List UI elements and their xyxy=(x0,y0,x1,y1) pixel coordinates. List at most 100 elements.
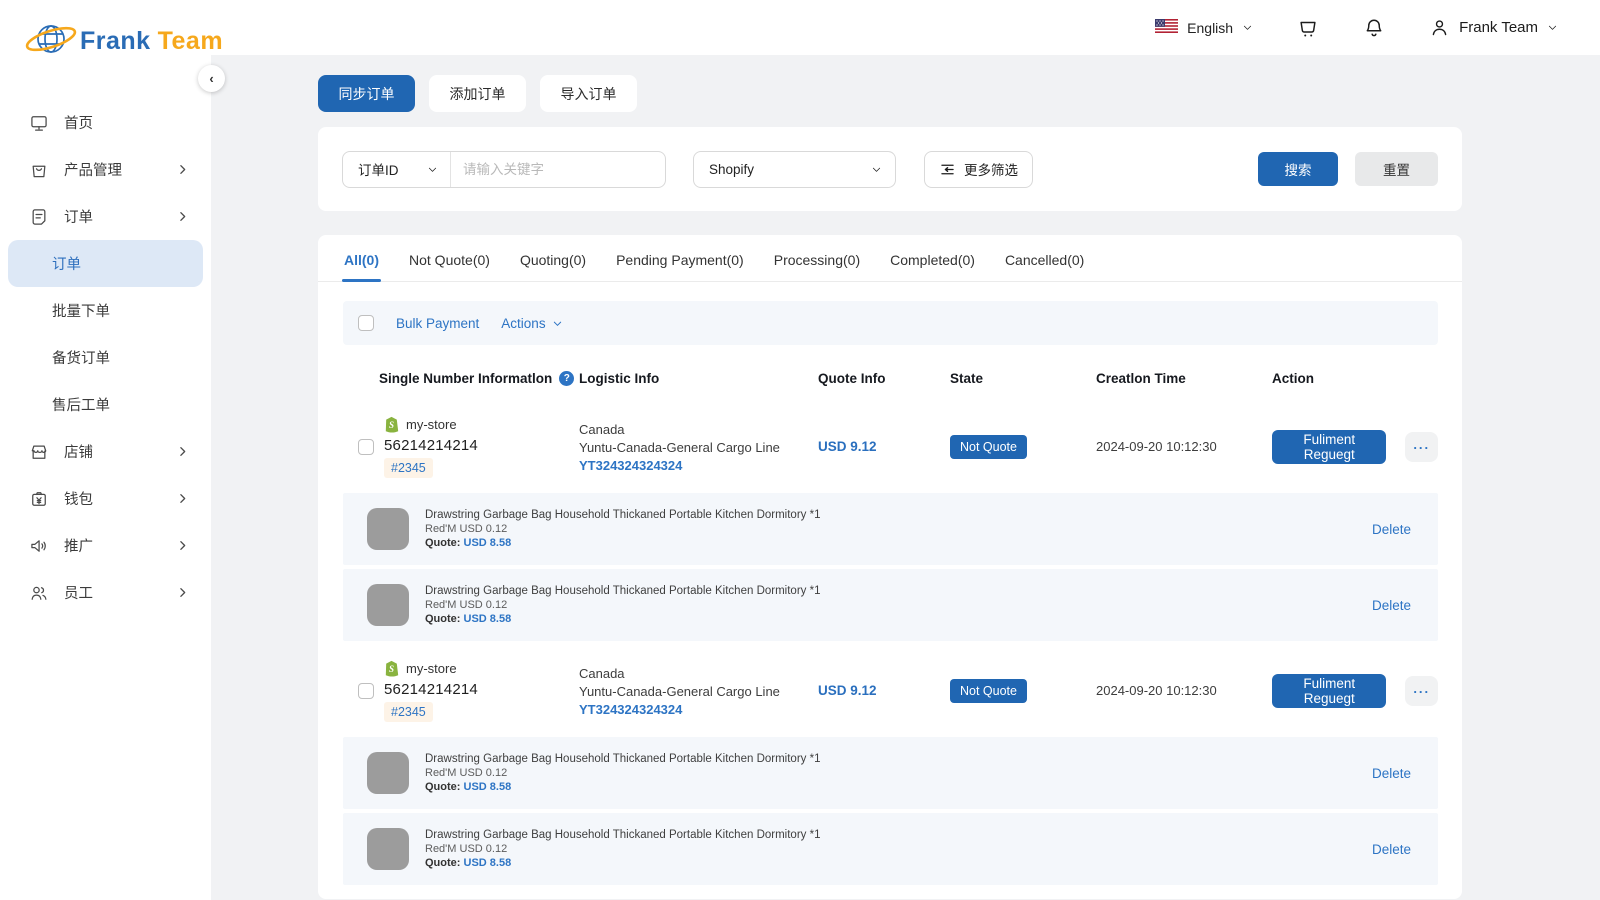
order-checkbox[interactable] xyxy=(358,683,374,699)
platform-select[interactable]: Shopify xyxy=(693,151,896,188)
order-item-row: Drawstring Garbage Bag Household Thickan… xyxy=(343,813,1438,885)
store-name: my-store xyxy=(406,417,457,432)
filter-icon xyxy=(939,161,956,178)
order-number: 56214214214 xyxy=(384,681,478,698)
sidebar-item-stores[interactable]: 店铺 xyxy=(0,428,211,475)
delete-item-link[interactable]: Delete xyxy=(1372,598,1411,613)
filter-bar: 订单ID Shopify 更多筛选 xyxy=(318,127,1462,211)
status-tab-completed[interactable]: Completed(0) xyxy=(888,235,977,281)
user-menu[interactable]: Frank Team xyxy=(1429,17,1558,38)
fulfilment-request-button[interactable]: Fuliment Reguegt xyxy=(1272,674,1386,708)
bulk-payment-link[interactable]: Bulk Payment xyxy=(396,316,479,331)
product-thumbnail xyxy=(367,752,409,794)
product-quote-value: USD 8.58 xyxy=(464,857,512,869)
sidebar-subitem-label: 批量下单 xyxy=(52,300,110,321)
column-header-logistic: Logistic Info xyxy=(579,371,818,386)
brand-name-team: Team xyxy=(158,27,223,56)
tab-add-order[interactable]: 添加订单 xyxy=(429,75,526,112)
quote-amount: USD 9.12 xyxy=(818,439,877,454)
sidebar-item-home[interactable]: 首页 xyxy=(0,99,211,146)
delete-item-link[interactable]: Delete xyxy=(1372,842,1411,857)
product-variant: Red'M USD 0.12 xyxy=(425,523,1356,535)
state-badge: Not Quote xyxy=(950,435,1027,459)
state-badge: Not Quote xyxy=(950,679,1027,703)
status-tab-pending-payment[interactable]: Pending Payment(0) xyxy=(614,235,746,281)
delete-item-link[interactable]: Delete xyxy=(1372,766,1411,781)
user-icon xyxy=(1429,17,1450,38)
status-tab-not-quote[interactable]: Not Quote(0) xyxy=(407,235,492,281)
more-actions-button[interactable]: ... xyxy=(1405,432,1438,462)
notification-bell-icon[interactable] xyxy=(1363,17,1385,39)
cart-icon[interactable] xyxy=(1297,17,1319,39)
delete-item-link[interactable]: Delete xyxy=(1372,522,1411,537)
svg-text:S: S xyxy=(389,420,394,430)
sidebar-item-orders[interactable]: 订单 xyxy=(0,193,211,240)
store-line: S my-store xyxy=(384,660,478,677)
product-quote-value: USD 8.58 xyxy=(464,781,512,793)
sidebar-subitem-bulk-order[interactable]: 批量下单 xyxy=(0,287,211,334)
product-quote-value: USD 8.58 xyxy=(464,537,512,549)
order-item-row: Drawstring Garbage Bag Household Thickan… xyxy=(343,737,1438,809)
logistic-info: Canada Yuntu-Canada-General Cargo Line Y… xyxy=(579,666,818,717)
actions-dropdown[interactable]: Actions xyxy=(501,316,562,331)
user-name: Frank Team xyxy=(1459,19,1538,36)
sidebar-subitem-stock-order[interactable]: 备货订单 xyxy=(0,334,211,381)
product-quote: Quote: USD 8.58 xyxy=(425,781,1356,793)
search-field-select[interactable]: 订单ID xyxy=(343,152,450,187)
order-number: 56214214214 xyxy=(384,437,478,454)
order-ref-badge[interactable]: #2345 xyxy=(384,702,433,722)
sidebar-item-promotion[interactable]: 推广 xyxy=(0,522,211,569)
sidebar-nav: 首页 产品管理 订单 订单 xyxy=(0,99,211,616)
more-filters-label: 更多筛选 xyxy=(964,159,1018,179)
status-tab-cancelled[interactable]: Cancelled(0) xyxy=(1003,235,1086,281)
status-tab-quoting[interactable]: Quoting(0) xyxy=(518,235,588,281)
tracking-number-link[interactable]: YT324324324324 xyxy=(579,702,818,717)
order-checkbox[interactable] xyxy=(358,439,374,455)
tracking-number-link[interactable]: YT324324324324 xyxy=(579,458,818,473)
sidebar-subitem-orders[interactable]: 订单 xyxy=(8,240,203,287)
reset-button[interactable]: 重置 xyxy=(1355,152,1438,186)
product-quote: Quote: USD 8.58 xyxy=(425,857,1356,869)
chevron-right-icon xyxy=(176,210,189,223)
chevron-right-icon xyxy=(176,163,189,176)
tab-import-orders[interactable]: 导入订单 xyxy=(540,75,637,112)
svg-text:S: S xyxy=(389,664,394,674)
chevron-right-icon xyxy=(176,445,189,458)
help-icon[interactable]: ? xyxy=(559,371,574,386)
sidebar-item-label: 员工 xyxy=(64,582,93,603)
sidebar-item-products[interactable]: 产品管理 xyxy=(0,146,211,193)
more-actions-button[interactable]: ... xyxy=(1405,676,1438,706)
sidebar-item-staff[interactable]: 员工 xyxy=(0,569,211,616)
status-tabs: All(0) Not Quote(0) Quoting(0) Pending P… xyxy=(318,235,1462,282)
sidebar-subitem-label: 订单 xyxy=(52,253,81,274)
status-tab-all[interactable]: All(0) xyxy=(342,235,381,281)
status-tab-processing[interactable]: Processing(0) xyxy=(772,235,862,281)
people-icon xyxy=(29,583,49,603)
order-ref-badge[interactable]: #2345 xyxy=(384,458,433,478)
column-header-quote: Quote Info xyxy=(818,371,950,386)
sidebar-collapse-button[interactable]: ‹ xyxy=(198,65,225,92)
chevron-down-icon xyxy=(871,164,882,175)
tab-sync-orders[interactable]: 同步订单 xyxy=(318,75,415,112)
sidebar-item-label: 订单 xyxy=(64,206,93,227)
column-header-state: State xyxy=(950,371,1096,386)
chevron-right-icon xyxy=(176,586,189,599)
keyword-input[interactable] xyxy=(451,152,665,187)
topbar: English Frank Team xyxy=(211,0,1600,55)
sidebar-subitem-label: 备货订单 xyxy=(52,347,110,368)
us-flag-icon xyxy=(1155,19,1178,37)
product-thumbnail xyxy=(367,584,409,626)
sidebar-item-wallet[interactable]: 钱包 xyxy=(0,475,211,522)
search-button[interactable]: 搜索 xyxy=(1258,152,1338,186)
shopify-icon: S xyxy=(384,416,399,433)
product-variant: Red'M USD 0.12 xyxy=(425,599,1356,611)
fulfilment-request-button[interactable]: Fuliment Reguegt xyxy=(1272,430,1386,464)
ellipsis-icon: ... xyxy=(1413,681,1430,696)
chevron-right-icon xyxy=(176,492,189,505)
language-selector[interactable]: English xyxy=(1155,19,1253,37)
sidebar-subitem-aftersale-ticket[interactable]: 售后工单 xyxy=(0,381,211,428)
more-filters-button[interactable]: 更多筛选 xyxy=(924,151,1033,188)
select-all-checkbox[interactable] xyxy=(358,315,374,331)
brand-logo[interactable]: Frank Team xyxy=(0,0,211,81)
carrier-line: Yuntu-Canada-General Cargo Line xyxy=(579,684,818,699)
